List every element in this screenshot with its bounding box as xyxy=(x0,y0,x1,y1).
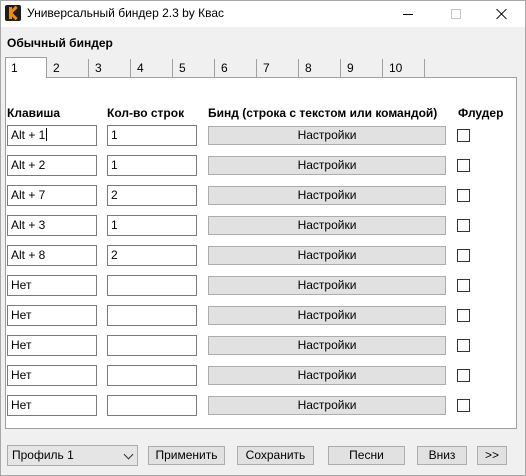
tab-8[interactable]: 8 xyxy=(299,59,341,77)
key-field[interactable]: Alt + 8 xyxy=(7,245,97,266)
profile-select[interactable]: Профиль 1 xyxy=(7,445,138,466)
column-header-lines: Кол-во строк xyxy=(107,106,185,120)
column-header-flooder: Флудер xyxy=(458,106,504,120)
maximize-button[interactable] xyxy=(433,1,479,27)
flooder-checkbox[interactable] xyxy=(457,309,470,322)
settings-button[interactable]: Настройки xyxy=(208,306,446,325)
lines-field[interactable] xyxy=(107,365,197,386)
maximize-icon xyxy=(451,9,461,19)
app-window: Универсальный биндер 2.3 by Квас Обычный… xyxy=(0,0,526,476)
lines-field[interactable]: 1 xyxy=(107,215,197,236)
lines-field[interactable]: 2 xyxy=(107,245,197,266)
close-icon xyxy=(496,8,508,20)
tab-strip: 1 2 3 4 5 6 7 8 9 10 xyxy=(5,57,425,78)
flooder-checkbox[interactable] xyxy=(457,279,470,292)
column-header-bind: Бинд (строка с текстом или командой) xyxy=(208,106,438,120)
settings-button[interactable]: Настройки xyxy=(208,186,446,205)
flooder-checkbox[interactable] xyxy=(457,339,470,352)
tab-9[interactable]: 9 xyxy=(341,59,383,77)
key-field[interactable]: Alt + 2 xyxy=(7,155,97,176)
tab-7[interactable]: 7 xyxy=(257,59,299,77)
flooder-checkbox[interactable] xyxy=(457,249,470,262)
tab-6[interactable]: 6 xyxy=(215,59,257,77)
lines-field[interactable]: 1 xyxy=(107,155,197,176)
apply-button[interactable]: Применить xyxy=(148,446,225,465)
flooder-checkbox[interactable] xyxy=(457,219,470,232)
tab-1[interactable]: 1 xyxy=(5,57,47,78)
key-field[interactable]: Нет xyxy=(7,275,97,296)
key-field[interactable]: Нет xyxy=(7,335,97,356)
column-header-key: Клавиша xyxy=(7,106,61,120)
chevron-down-icon xyxy=(123,449,134,460)
flooder-checkbox[interactable] xyxy=(457,399,470,412)
footer-bar: Профиль 1 Применить Сохранить Песни Вниз… xyxy=(1,445,525,469)
app-logo-icon xyxy=(5,5,21,21)
tab-4[interactable]: 4 xyxy=(131,59,173,77)
lines-field[interactable] xyxy=(107,275,197,296)
flooder-checkbox[interactable] xyxy=(457,189,470,202)
settings-button[interactable]: Настройки xyxy=(208,126,446,145)
profile-select-value: Профиль 1 xyxy=(12,448,74,462)
title-bar: Универсальный биндер 2.3 by Квас xyxy=(1,1,525,27)
down-button[interactable]: Вниз xyxy=(417,446,467,465)
minimize-icon xyxy=(403,13,413,15)
settings-button[interactable]: Настройки xyxy=(208,246,446,265)
close-button[interactable] xyxy=(479,1,525,27)
settings-button[interactable]: Настройки xyxy=(208,396,446,415)
tab-3[interactable]: 3 xyxy=(89,59,131,77)
songs-button[interactable]: Песни xyxy=(328,446,405,465)
settings-button[interactable]: Настройки xyxy=(208,366,446,385)
save-button[interactable]: Сохранить xyxy=(237,446,314,465)
tab-2[interactable]: 2 xyxy=(47,59,89,77)
key-field[interactable]: Alt + 3 xyxy=(7,215,97,236)
key-field[interactable]: Alt + 1 xyxy=(7,125,97,146)
tab-5[interactable]: 5 xyxy=(173,59,215,77)
tab-10[interactable]: 10 xyxy=(383,59,425,77)
key-field[interactable]: Нет xyxy=(7,365,97,386)
lines-field[interactable] xyxy=(107,395,197,416)
more-button[interactable]: >> xyxy=(477,446,507,465)
key-value: Alt + 1 xyxy=(11,128,46,142)
settings-button[interactable]: Настройки xyxy=(208,336,446,355)
window-title: Универсальный биндер 2.3 by Квас xyxy=(27,6,225,20)
flooder-checkbox[interactable] xyxy=(457,159,470,172)
flooder-checkbox[interactable] xyxy=(457,129,470,142)
lines-field[interactable]: 1 xyxy=(107,125,197,146)
text-caret xyxy=(46,128,48,141)
key-field[interactable]: Нет xyxy=(7,305,97,326)
key-field[interactable]: Нет xyxy=(7,395,97,416)
lines-field[interactable]: 2 xyxy=(107,185,197,206)
minimize-button[interactable] xyxy=(385,1,431,27)
lines-field[interactable] xyxy=(107,305,197,326)
flooder-checkbox[interactable] xyxy=(457,369,470,382)
settings-button[interactable]: Настройки xyxy=(208,216,446,235)
section-title: Обычный биндер xyxy=(7,36,113,50)
lines-field[interactable] xyxy=(107,335,197,356)
key-field[interactable]: Alt + 7 xyxy=(7,185,97,206)
settings-button[interactable]: Настройки xyxy=(208,276,446,295)
settings-button[interactable]: Настройки xyxy=(208,156,446,175)
